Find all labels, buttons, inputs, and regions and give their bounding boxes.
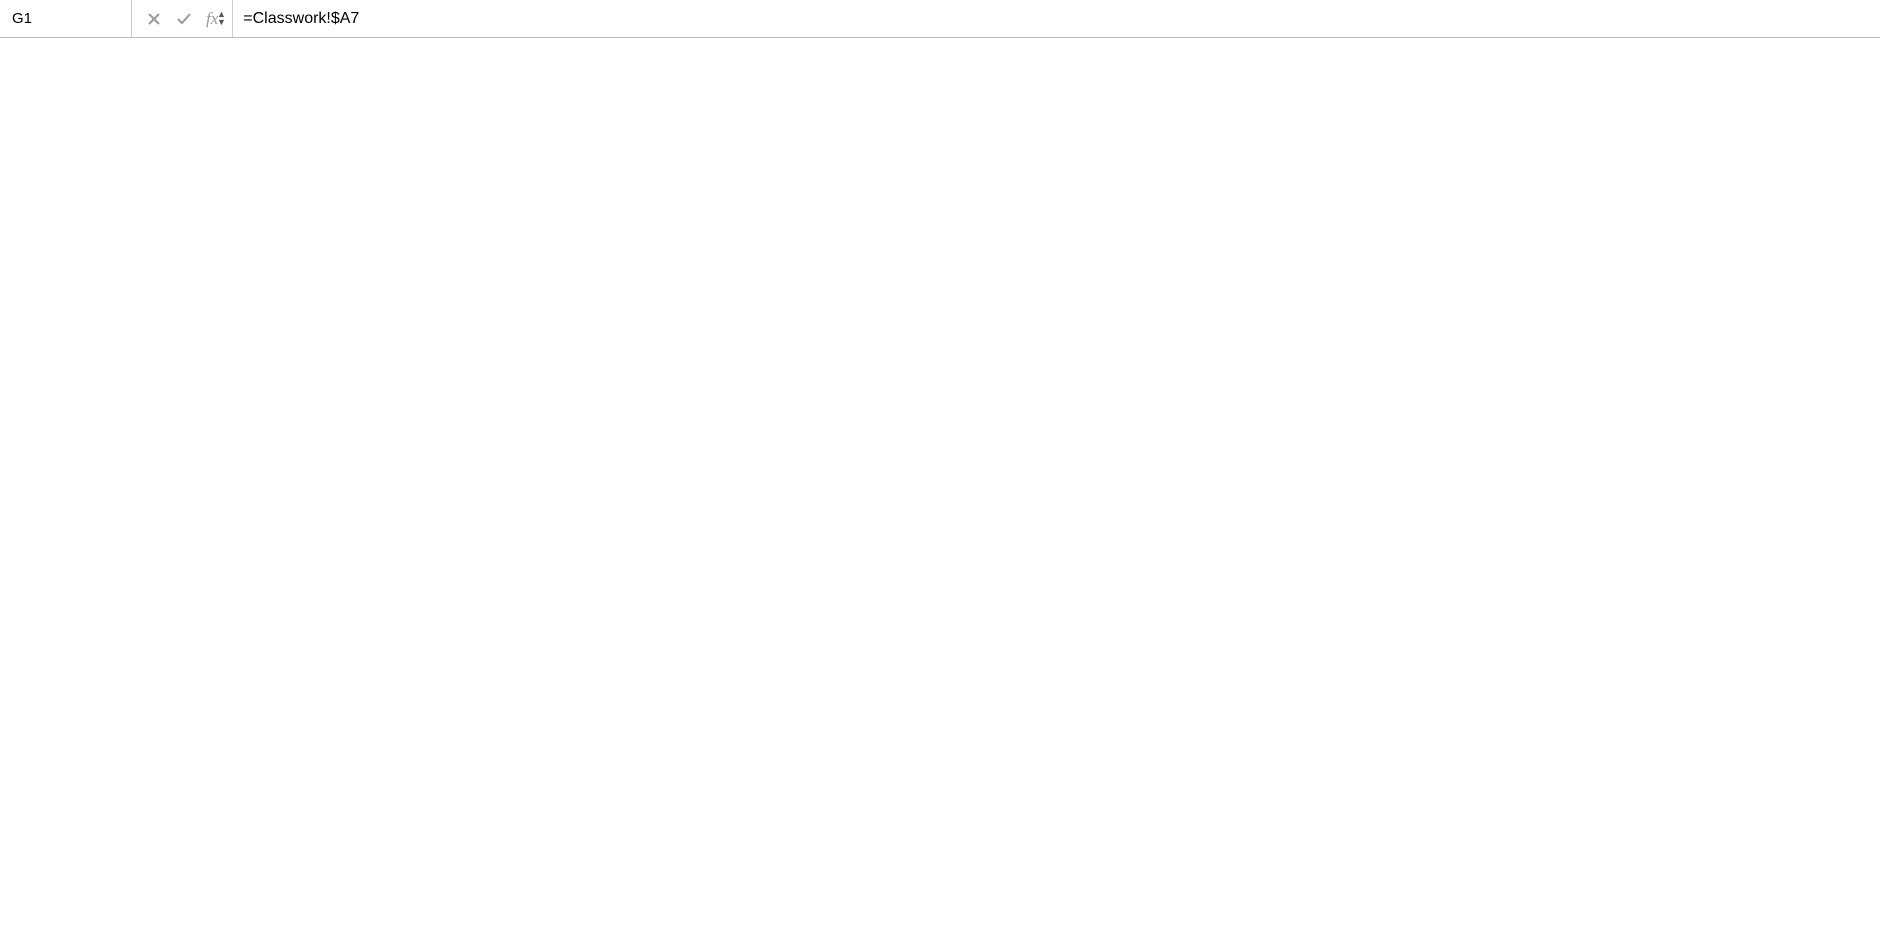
name-box-container: ▲ ▼ (0, 0, 132, 37)
formula-input[interactable] (233, 0, 1880, 37)
formula-bar: ▲ ▼ fx (0, 0, 1880, 38)
fx-icon[interactable]: fx (206, 9, 218, 29)
formula-bar-actions: fx (132, 0, 233, 37)
confirm-icon[interactable] (176, 11, 192, 27)
cancel-icon[interactable] (146, 11, 162, 27)
